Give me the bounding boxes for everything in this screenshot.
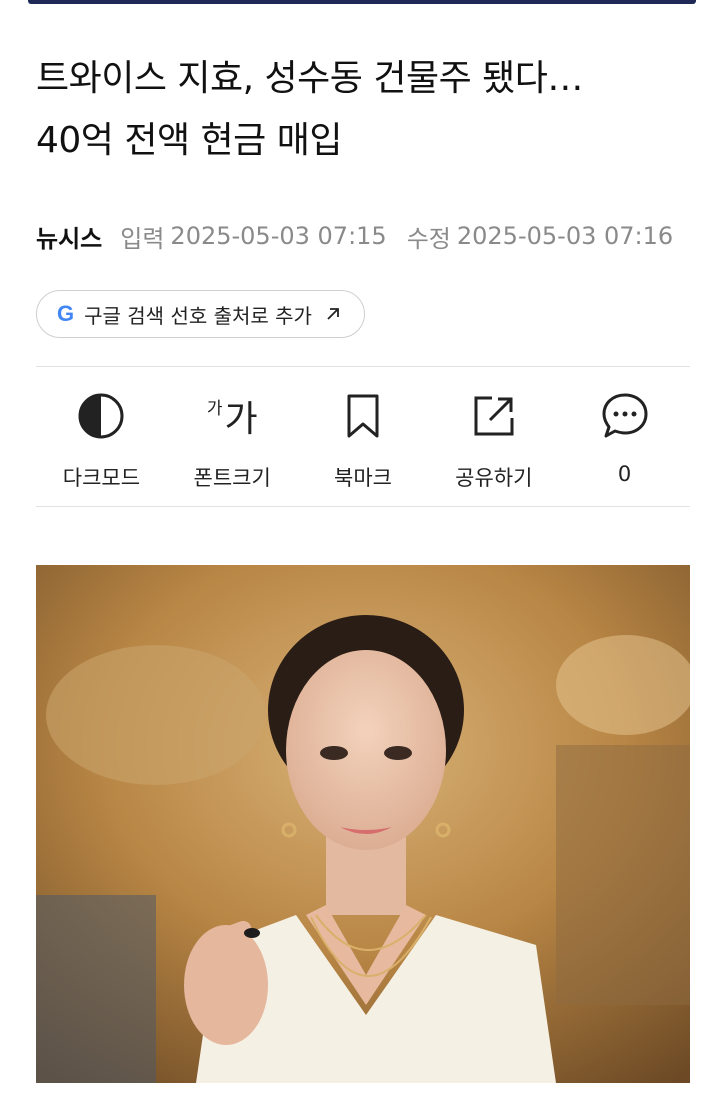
font-small-glyph: 가 <box>206 399 223 419</box>
press-name[interactable]: 뉴시스 <box>36 219 102 254</box>
article-photo[interactable] <box>36 565 690 1083</box>
half-circle-icon <box>78 393 124 439</box>
comment-count: 0 <box>617 462 632 486</box>
font-big-glyph: 가 <box>224 399 258 440</box>
edit-label: 수정 <box>406 224 451 253</box>
google-button-label: 구글 검색 선호 출처로 추가 <box>84 303 312 328</box>
dark-mode-label: 다크모드 <box>62 466 141 490</box>
top-image-edge <box>28 0 696 4</box>
headline-line-2: 40억 전액 현금 매입 <box>36 120 342 161</box>
google-logo-icon: G <box>57 301 75 326</box>
bookmark-button[interactable]: 북마크 <box>298 368 429 506</box>
divider-top <box>36 366 690 367</box>
article-headline: 트와이스 지효, 성수동 건물주 됐다… 40억 전액 현금 매입 <box>36 48 696 172</box>
edit-time: 2025-05-03 07:16 <box>456 222 674 250</box>
comment-bubble-icon <box>602 393 648 438</box>
input-label: 입력 <box>120 224 165 253</box>
comments-button[interactable]: 0 <box>559 368 690 506</box>
external-arrow-icon <box>327 308 339 320</box>
font-size-icon: 가 가 <box>207 388 258 444</box>
divider-bottom <box>36 506 690 507</box>
headline-line-1: 트와이스 지효, 성수동 건물주 됐다… <box>36 58 583 99</box>
dark-mode-button[interactable]: 다크모드 <box>36 368 167 506</box>
bookmark-icon <box>347 394 379 438</box>
font-size-button[interactable]: 가 가 폰트크기 <box>167 368 298 506</box>
article-toolbar: 다크모드 가 가 폰트크기 북마크 공유하기 0 <box>36 368 690 506</box>
share-label: 공유하기 <box>455 466 533 490</box>
google-preferred-source-button[interactable]: G 구글 검색 선호 출처로 추가 <box>36 290 365 338</box>
share-button[interactable]: 공유하기 <box>428 368 559 506</box>
share-icon <box>474 396 514 436</box>
font-size-label: 폰트크기 <box>193 466 271 490</box>
bookmark-label: 북마크 <box>334 466 392 490</box>
article-meta: 뉴시스 입력 2025-05-03 07:15 수정 2025-05-03 07… <box>36 216 693 256</box>
input-time: 2025-05-03 07:15 <box>170 222 387 250</box>
portrait-photo-illustration <box>36 565 690 1083</box>
